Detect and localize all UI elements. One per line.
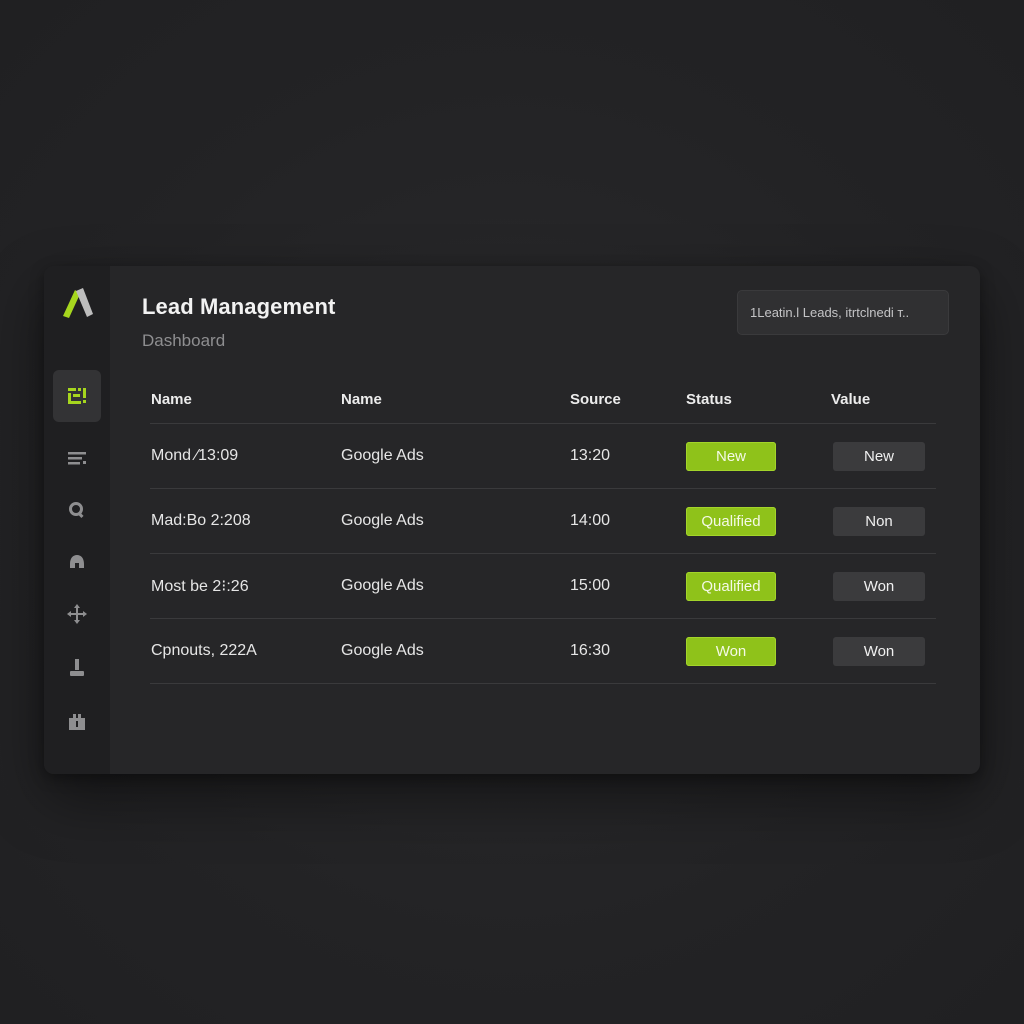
value-cell: Won — [831, 554, 925, 618]
app-logo[interactable] — [57, 282, 97, 322]
status-badge[interactable]: New — [686, 441, 776, 471]
value-badge[interactable]: New — [833, 441, 925, 471]
column-header-value[interactable]: Value — [831, 376, 870, 423]
table-header: Name Name Source Status Value — [150, 376, 936, 424]
page-title: Lead Management — [142, 294, 336, 319]
lead-contact: Google Ads — [341, 447, 424, 464]
table-row[interactable]: Mad:Bo 2:208 Google Ads 14:00 Qualified … — [150, 489, 936, 554]
lead-management-window: Lead Management Dashboard 1Leatin.l Lead… — [44, 266, 980, 774]
status-cell: New — [686, 424, 776, 488]
column-header-contact[interactable]: Name — [341, 376, 382, 423]
status-badge[interactable]: Qualified — [686, 571, 776, 601]
status-badge[interactable]: Qualified — [686, 506, 776, 536]
lead-source: 13:20 — [570, 447, 611, 464]
value-cell: Won — [831, 619, 925, 683]
lead-contact: Google Ads — [341, 642, 424, 659]
lead-contact: Google Ads — [341, 512, 424, 529]
briefcase-icon — [69, 714, 85, 730]
status-cell: Qualified — [686, 554, 776, 618]
value-badge[interactable]: Won — [833, 636, 925, 666]
leads-board-icon — [68, 388, 86, 404]
value-cell: Non — [831, 489, 925, 553]
status-badge[interactable]: Won — [686, 636, 776, 666]
column-header-name[interactable]: Name — [151, 376, 192, 423]
move-arrows-icon — [67, 604, 87, 624]
status-cell: Qualified — [686, 489, 776, 553]
lead-source: 14:00 — [570, 512, 611, 529]
sidebar-item-move[interactable] — [53, 588, 101, 640]
sidebar — [44, 266, 110, 774]
status-cell: Won — [686, 619, 776, 683]
table-row[interactable]: Most be 2⁝:26 Google Ads 15:00 Qualified… — [150, 554, 936, 619]
app-logo-icon — [63, 288, 93, 318]
search-input[interactable]: 1Leatin.l Leads, itrtclnedi т.. — [737, 290, 949, 335]
app-backdrop: Lead Management Dashboard 1Leatin.l Lead… — [0, 0, 1024, 1024]
sidebar-item-support[interactable] — [53, 536, 101, 588]
lead-name: Cpnouts, 222A — [151, 642, 257, 659]
leads-table: Name Name Source Status Value Mond ⁄13:0… — [150, 376, 936, 684]
value-badge[interactable]: Won — [833, 571, 925, 601]
sidebar-item-leads[interactable] — [53, 370, 101, 422]
value-badge[interactable]: Non — [833, 506, 925, 536]
page-subtitle: Dashboard — [142, 331, 226, 350]
download-icon — [70, 659, 84, 676]
table-row[interactable]: Mond ⁄13:09 Google Ads 13:20 New New — [150, 424, 936, 489]
lead-contact: Google Ads — [341, 577, 424, 594]
value-cell: New — [831, 424, 925, 488]
sidebar-item-download[interactable] — [53, 642, 101, 694]
list-icon — [68, 452, 86, 465]
lead-name: Mond ⁄13:09 — [151, 447, 239, 464]
lead-source: 15:00 — [570, 577, 611, 594]
lead-name: Most be 2⁝:26 — [151, 578, 249, 595]
search-input-text: 1Leatin.l Leads, itrtclnedi т.. — [750, 305, 910, 320]
table-row[interactable]: Cpnouts, 222A Google Ads 16:30 Won Won — [150, 619, 936, 684]
column-header-status[interactable]: Status — [686, 376, 732, 423]
column-header-source[interactable]: Source — [570, 376, 621, 423]
lead-name: Mad:Bo 2:208 — [151, 512, 251, 529]
headset-icon — [70, 555, 84, 568]
search-icon — [69, 502, 84, 518]
lead-source: 16:30 — [570, 642, 611, 659]
main-content: Lead Management Dashboard 1Leatin.l Lead… — [110, 266, 980, 774]
sidebar-item-portfolio[interactable] — [53, 696, 101, 748]
sidebar-item-list[interactable] — [53, 432, 101, 484]
sidebar-item-search[interactable] — [53, 484, 101, 536]
